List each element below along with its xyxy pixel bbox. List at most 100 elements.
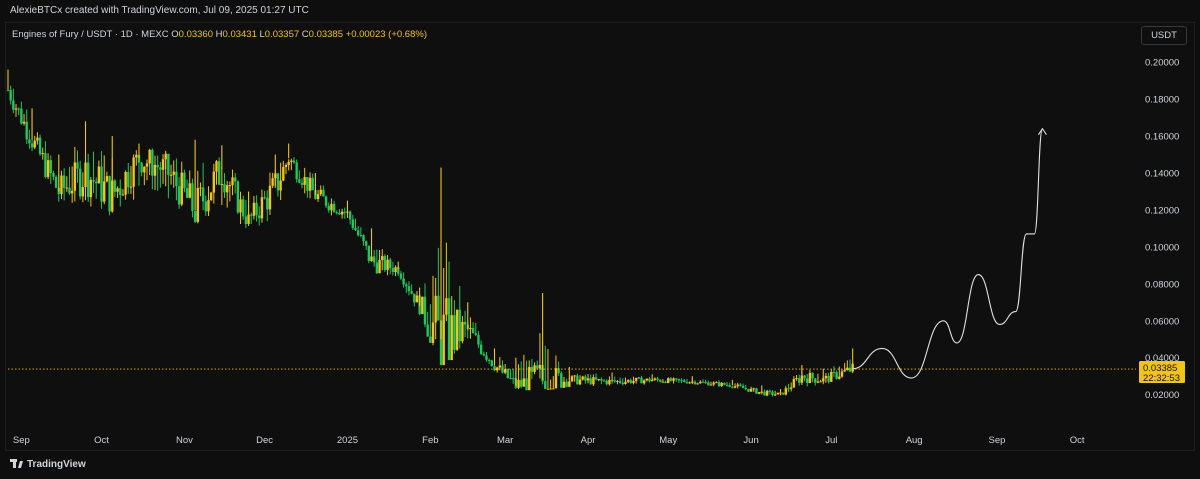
candle <box>319 185 322 196</box>
candle <box>642 379 646 385</box>
candle <box>381 249 384 271</box>
candle <box>108 175 111 216</box>
candle <box>458 285 461 349</box>
candle <box>33 135 36 150</box>
price-axis-tick: 0.12000 <box>1145 205 1179 216</box>
candle <box>843 363 846 372</box>
time-axis-label: Dec <box>256 435 273 446</box>
candle <box>116 186 119 198</box>
candle <box>290 158 293 171</box>
candle <box>311 173 314 191</box>
candle <box>755 387 758 394</box>
candle <box>522 354 526 387</box>
candle <box>212 163 216 204</box>
candle <box>201 162 205 211</box>
candle <box>811 372 814 383</box>
candle <box>536 360 539 370</box>
time-axis: Sep Oct Nov Dec 2025 Feb Mar Apr May Jun Jul Aug Sep… <box>13 435 1085 446</box>
price-tag-countdown: 22:32:53 <box>1143 373 1180 384</box>
candle <box>455 309 459 351</box>
price-axis-tick: 0.06000 <box>1145 316 1179 327</box>
time-axis-label: Feb <box>422 435 438 446</box>
candle <box>683 378 686 383</box>
candle <box>570 375 574 382</box>
candle <box>471 322 475 334</box>
candle <box>338 209 341 215</box>
candle <box>757 392 761 395</box>
candle <box>124 170 127 200</box>
candle <box>169 164 173 185</box>
candle <box>749 386 753 392</box>
candle <box>359 227 363 238</box>
candle <box>594 373 598 381</box>
candle <box>276 172 280 197</box>
projection-arrow-head <box>1037 127 1047 135</box>
candle <box>105 171 109 183</box>
candle <box>429 304 432 343</box>
candle <box>538 333 542 379</box>
candle <box>137 154 141 186</box>
candle <box>605 379 608 386</box>
candle <box>68 166 71 195</box>
candle <box>60 170 63 200</box>
candle <box>744 384 747 391</box>
candle <box>86 153 90 203</box>
tradingview-logo[interactable]: TradingView <box>10 459 86 470</box>
candle <box>421 296 424 315</box>
candle <box>266 190 269 222</box>
candle <box>268 172 272 215</box>
candle <box>707 380 710 386</box>
candle <box>696 382 699 385</box>
price-chart[interactable]: 0.20000 0.18000 0.16000 0.14000 0.12000 0.100… <box>0 0 1200 452</box>
candle <box>693 380 697 385</box>
candle <box>634 377 638 384</box>
candle <box>653 377 657 381</box>
time-axis-label: May <box>659 435 677 446</box>
candle <box>372 249 376 267</box>
candle <box>217 157 221 186</box>
time-axis-label: Sep <box>13 435 30 446</box>
candle <box>586 374 590 384</box>
candle <box>180 161 183 207</box>
candle <box>161 154 165 184</box>
candle <box>477 331 480 348</box>
candle <box>46 153 50 180</box>
candle <box>501 360 504 374</box>
candle <box>306 176 309 198</box>
candle <box>701 379 705 383</box>
candle <box>784 385 788 396</box>
candle <box>589 374 592 385</box>
candle <box>792 376 796 388</box>
candle <box>511 368 515 384</box>
candle <box>367 245 371 264</box>
candle <box>172 160 175 188</box>
candle <box>81 172 85 203</box>
candle <box>73 146 77 202</box>
candle <box>340 208 344 219</box>
candle <box>292 157 296 164</box>
candle <box>661 379 665 383</box>
candle <box>153 155 157 190</box>
candle <box>252 195 256 220</box>
candle <box>771 390 774 397</box>
candle <box>629 378 633 384</box>
candle <box>787 383 790 392</box>
candle <box>677 378 681 383</box>
candle <box>781 392 785 395</box>
candle <box>463 310 467 338</box>
candle <box>560 371 563 388</box>
price-axis-tick: 0.20000 <box>1145 58 1179 69</box>
candle <box>789 382 793 392</box>
candle <box>602 378 606 382</box>
candle <box>196 170 199 224</box>
price-axis: 0.20000 0.18000 0.16000 0.14000 0.12000 0.100… <box>1145 58 1179 401</box>
candle <box>62 168 66 201</box>
candle <box>776 392 780 395</box>
candle <box>434 277 437 340</box>
candle <box>183 169 186 193</box>
candle <box>840 369 844 378</box>
time-axis-label: Oct <box>1070 435 1085 446</box>
candle <box>576 373 579 385</box>
candle <box>659 379 662 383</box>
candle <box>608 376 611 386</box>
